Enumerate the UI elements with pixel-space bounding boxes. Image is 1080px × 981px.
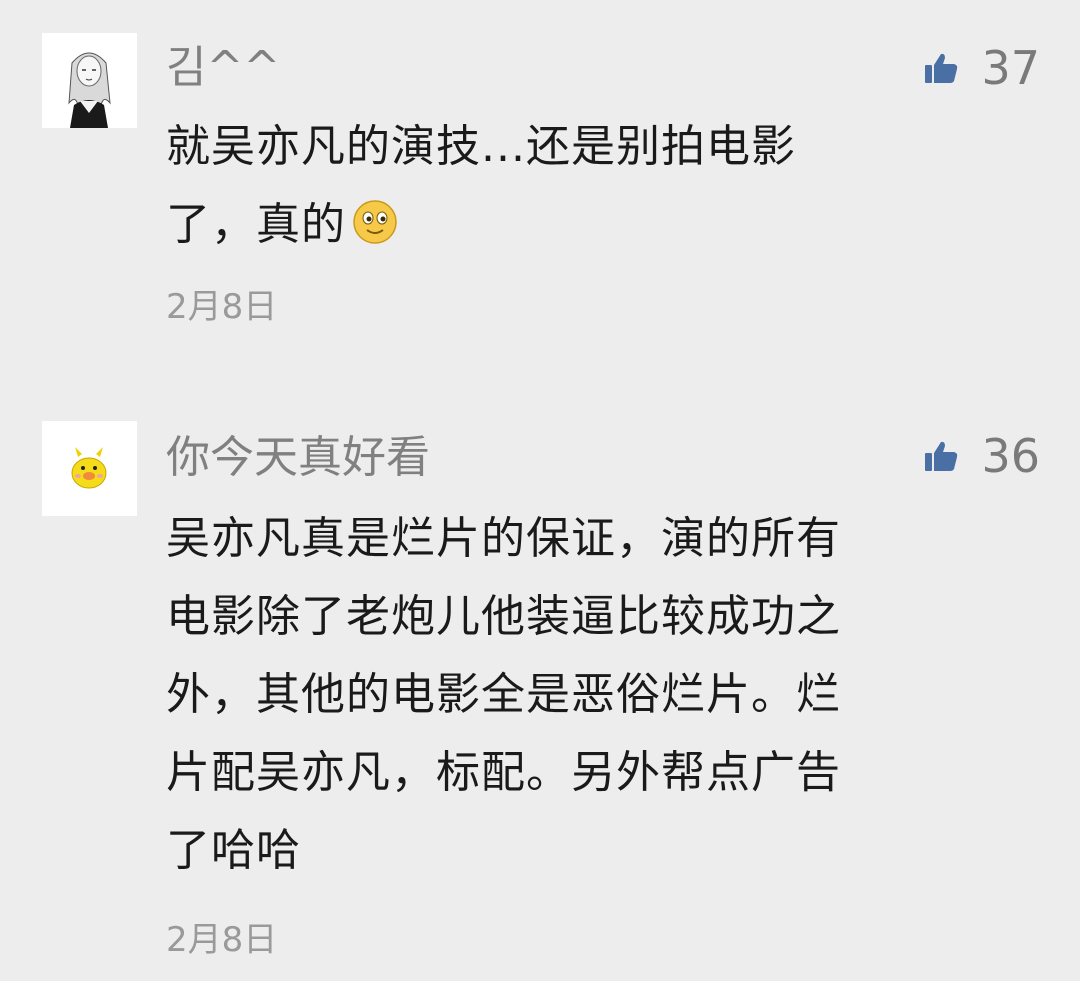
avatar[interactable] bbox=[42, 421, 137, 516]
comment-text: 就吴亦凡的演技...还是别拍电影 了，真的 bbox=[166, 108, 1016, 264]
thumbs-up-icon bbox=[923, 438, 959, 474]
thumbs-up-icon bbox=[923, 50, 959, 86]
avatar-girl-sketch-icon bbox=[42, 33, 137, 128]
comment-line: 吴亦凡真是烂片的保证，演的所有 bbox=[166, 513, 841, 564]
like-count: 36 bbox=[981, 429, 1040, 483]
comment-text: 吴亦凡真是烂片的保证，演的所有 电影除了老炮儿他装逼比较成功之 外，其他的电影全… bbox=[166, 500, 1016, 890]
like-button[interactable]: 37 bbox=[923, 40, 1040, 96]
like-button[interactable]: 36 bbox=[923, 428, 1040, 484]
comment-date: 2月8日 bbox=[166, 287, 278, 327]
comment-line-with-emoji: 了，真的 bbox=[166, 186, 1016, 264]
comment-item: 김^^ 37 就吴亦凡的演技...还是别拍电影 了，真的 2月8日 bbox=[0, 0, 1080, 380]
like-count: 37 bbox=[981, 41, 1040, 95]
comment-line: 片配吴亦凡，标配。另外帮点广告 bbox=[166, 747, 841, 798]
comment-date: 2月8日 bbox=[166, 920, 278, 960]
username[interactable]: 김^^ bbox=[166, 38, 280, 98]
avatar[interactable] bbox=[42, 33, 137, 128]
comment-line: 外，其他的电影全是恶俗烂片。烂 bbox=[166, 669, 841, 720]
comment-line: 了哈哈 bbox=[166, 825, 301, 876]
comment-line: 了，真的 bbox=[166, 199, 346, 250]
avatar-yellow-duck-icon bbox=[42, 421, 137, 516]
comment-line: 电影除了老炮儿他装逼比较成功之 bbox=[166, 591, 841, 642]
smile-emoji-icon bbox=[352, 199, 398, 245]
username[interactable]: 你今天真好看 bbox=[166, 428, 430, 488]
comment-line: 就吴亦凡的演技...还是别拍电影 bbox=[166, 121, 796, 172]
comment-item: 你今天真好看 36 吴亦凡真是烂片的保证，演的所有 电影除了老炮儿他装逼比较成功… bbox=[0, 400, 1080, 981]
